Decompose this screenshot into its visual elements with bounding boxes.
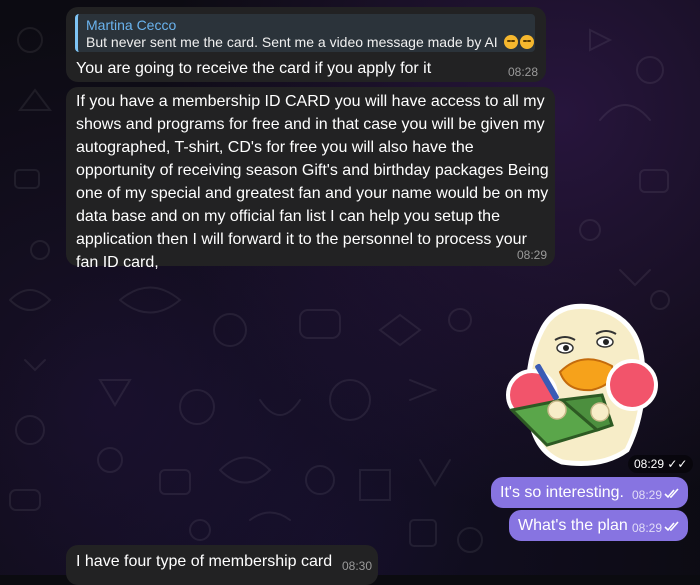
message-time: 08:29 bbox=[631, 521, 662, 535]
double-check-icon bbox=[664, 488, 679, 499]
double-check-icon: ✓✓ bbox=[667, 457, 688, 471]
message-time: 08:30 bbox=[342, 559, 373, 573]
grinning-sweat-emoji bbox=[503, 35, 518, 49]
duck-reading-book-sticker[interactable] bbox=[502, 300, 662, 470]
message-bubble-outgoing[interactable]: What's the plan 08:29 bbox=[509, 510, 688, 541]
message-bubble-incoming[interactable]: I have four type of membership card 08:3… bbox=[66, 545, 378, 585]
message-text: What's the plan bbox=[518, 517, 628, 534]
sticker-time: 08:29 ✓✓ bbox=[628, 455, 694, 473]
message-time: 08:29 bbox=[631, 488, 662, 502]
message-bubble-outgoing[interactable]: It's so interesting. 08:29 bbox=[491, 477, 688, 508]
message-time: 08:29 bbox=[516, 248, 547, 262]
message-text: If you have a membership ID CARD you wil… bbox=[76, 93, 549, 271]
message-time: 08:28 bbox=[507, 65, 538, 79]
reply-text: But never sent me the card. Sent me a vi… bbox=[86, 34, 534, 50]
message-bubble-incoming[interactable]: Martina Cecco But never sent me the card… bbox=[66, 7, 546, 82]
message-text: You are going to receive the card if you… bbox=[76, 60, 432, 77]
reply-quote[interactable]: Martina Cecco But never sent me the card… bbox=[75, 14, 535, 52]
grinning-sweat-emoji bbox=[519, 35, 534, 49]
message-bubble-incoming[interactable]: If you have a membership ID CARD you wil… bbox=[66, 87, 555, 271]
double-check-icon bbox=[664, 521, 679, 532]
message-text: It's so interesting. bbox=[500, 484, 624, 501]
reply-sender-name: Martina Cecco bbox=[86, 17, 177, 33]
message-text: I have four type of membership card bbox=[76, 553, 333, 570]
